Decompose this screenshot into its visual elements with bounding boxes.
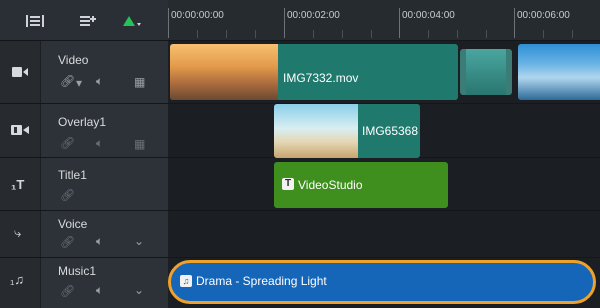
track-lane-overlay[interactable]: IMG65368 [168, 104, 600, 158]
microphone-icon: ⤷ [14, 225, 22, 240]
ruler-tick [168, 8, 169, 38]
title-text-icon: ₁T [11, 177, 25, 192]
clip-thumbnail [170, 44, 278, 100]
clip-thumbnail [274, 104, 358, 158]
track-icon-cell: ₁♫ [0, 258, 41, 308]
clip-label: VideoStudio [298, 178, 363, 192]
video-clip[interactable] [518, 44, 600, 100]
track-name: Music1 [58, 264, 97, 278]
ruler-label: 00:00:06:00 [517, 10, 570, 21]
music-clip[interactable]: ♫ Drama - Spreading Light [168, 260, 596, 304]
minor-tick [572, 30, 573, 38]
title-clip[interactable]: T VideoStudio [274, 162, 448, 208]
speaker-icon[interactable]: 🔈︎ [96, 234, 103, 249]
minor-tick [371, 30, 372, 38]
track-header-music[interactable]: ₁♫ Music1 🔗︎ 🔈︎ ⌄ [0, 258, 168, 308]
speaker-icon[interactable]: 🔈︎ [96, 136, 103, 151]
track-name: Title1 [58, 168, 87, 182]
ruler-label: 00:00:02:00 [287, 10, 340, 21]
ruler-tick [284, 8, 285, 38]
track-icon-cell: ⤷ [0, 211, 41, 257]
ruler-label: 00:00:00:00 [171, 10, 224, 21]
track-icon-cell: ₁T [0, 158, 41, 210]
overlay-clip[interactable]: IMG65368 [274, 104, 420, 158]
track-name: Video [58, 53, 89, 67]
ruler-label: 00:00:04:00 [402, 10, 455, 21]
chevron-down-icon[interactable]: ⌄ [134, 234, 144, 248]
link-icon[interactable]: 🔗︎ [60, 74, 75, 88]
minor-tick [313, 30, 314, 38]
track-lane-voice[interactable] [168, 211, 600, 257]
track-lane-video[interactable]: IMG7332.mov [168, 41, 600, 103]
chevron-down-icon[interactable]: ⌄ [134, 283, 144, 297]
minor-tick [543, 30, 544, 38]
grid-icon[interactable]: ▦ [134, 137, 145, 151]
clip-label: Drama - Spreading Light [196, 274, 327, 288]
track-manager-icon[interactable] [26, 14, 44, 28]
music-note-icon: ₁♫ [10, 272, 25, 287]
ruler-tick [514, 8, 515, 38]
title-clip-icon: T [282, 178, 294, 190]
link-icon[interactable]: 🔗︎ [60, 136, 75, 150]
video-clip-small[interactable] [460, 49, 512, 95]
minor-tick [342, 30, 343, 38]
minor-tick [428, 30, 429, 38]
video-camera-icon [12, 67, 28, 77]
track-lane-title[interactable]: T VideoStudio [168, 158, 600, 210]
link-icon[interactable]: 🔗︎ [60, 284, 75, 298]
track-name: Voice [58, 217, 88, 231]
track-name: Overlay1 [58, 115, 107, 129]
add-marker-icon[interactable] [122, 14, 142, 28]
track-voice: ⤷ Voice 🔗︎ 🔈︎ ⌄ [0, 211, 600, 258]
video-clip[interactable]: IMG7332.mov [170, 44, 458, 100]
track-video: Video 🔗︎ ▾ 🔈︎ ▦ IMG7332.mov [0, 41, 600, 104]
speaker-icon[interactable]: 🔈︎ [96, 74, 103, 89]
track-header-title[interactable]: ₁T Title1 🔗︎ [0, 158, 168, 210]
music-clip-icon: ♫ [180, 275, 192, 287]
clip-label: IMG7332.mov [283, 71, 359, 85]
track-header-overlay[interactable]: Overlay1 🔗︎ 🔈︎ ▦ [0, 104, 168, 157]
chevron-down-icon[interactable]: ▾ [76, 76, 82, 90]
track-overlay: Overlay1 🔗︎ 🔈︎ ▦ IMG65368 [0, 104, 600, 158]
time-ruler[interactable]: 00:00:00:00 00:00:02:00 00:00:04:00 00:0… [168, 0, 600, 41]
track-header-video[interactable]: Video 🔗︎ ▾ 🔈︎ ▦ [0, 41, 168, 103]
track-icon-cell [0, 41, 41, 103]
clip-thumbnail [466, 49, 506, 95]
link-icon[interactable]: 🔗︎ [60, 188, 75, 202]
link-icon[interactable]: 🔗︎ [60, 235, 75, 249]
track-header-voice[interactable]: ⤷ Voice 🔗︎ 🔈︎ ⌄ [0, 211, 168, 257]
minor-tick [226, 30, 227, 38]
minor-tick [457, 30, 458, 38]
clip-label: IMG65368 [362, 124, 419, 138]
track-music: ₁♫ Music1 🔗︎ 🔈︎ ⌄ ♫ Drama - Spreading Li… [0, 258, 600, 308]
minor-tick [255, 30, 256, 38]
track-title: ₁T Title1 🔗︎ T VideoStudio [0, 158, 600, 211]
track-lane-music[interactable]: ♫ Drama - Spreading Light [168, 258, 600, 308]
speaker-icon[interactable]: 🔈︎ [96, 283, 103, 298]
chapter-cue-icon[interactable] [80, 14, 96, 28]
minor-tick [486, 30, 487, 38]
grid-icon[interactable]: ▦ [134, 75, 145, 89]
overlay-track-icon [11, 125, 29, 135]
track-icon-cell [0, 104, 41, 157]
minor-tick [197, 30, 198, 38]
timeline-toolbar [0, 0, 168, 41]
ruler-tick [399, 8, 400, 38]
timeline-panel: 00:00:00:00 00:00:02:00 00:00:04:00 00:0… [0, 0, 600, 308]
